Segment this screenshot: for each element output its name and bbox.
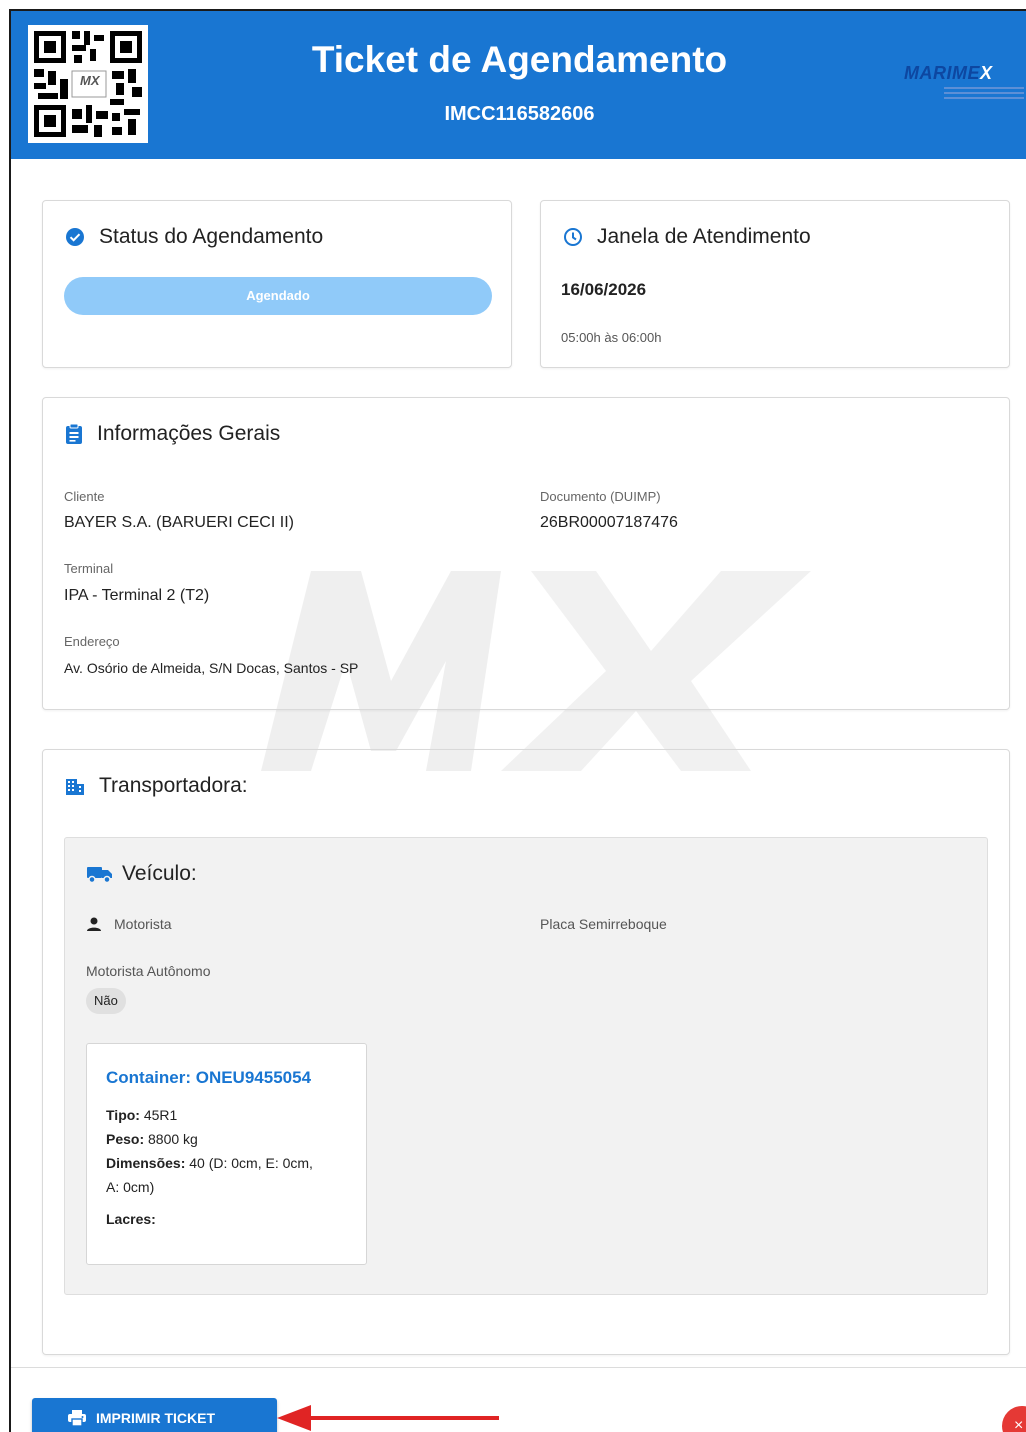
- window-date: 16/06/2026: [561, 280, 647, 299]
- logo-tagline: [944, 87, 1024, 101]
- page-title: Ticket de Agendamento: [311, 39, 728, 80]
- marimex-logo: MARIMEX: [904, 63, 1026, 105]
- cliente-label: Cliente: [64, 489, 105, 504]
- close-button[interactable]: ×: [1002, 1406, 1026, 1432]
- info-title: Informações Gerais: [97, 422, 281, 445]
- print-ticket-button[interactable]: IMPRIMIR TICKET: [32, 1398, 277, 1432]
- driver-label: Motorista: [114, 916, 172, 932]
- container-card: Container: ONEU9455054 Tipo: 45R1 Peso: …: [86, 1043, 367, 1265]
- carrier-card: Transportadora: Veículo: Motorista Placa…: [42, 749, 1010, 1355]
- service-window-card: Janela de Atendimento 16/06/2026 05:00h …: [540, 200, 1010, 368]
- clipboard-icon: [65, 424, 83, 444]
- window-title: Janela de Atendimento: [597, 225, 811, 248]
- dimensions-value: 40 (D: 0cm, E: 0cm,: [189, 1155, 313, 1171]
- status-badge: Agendado: [64, 277, 492, 315]
- autonomous-driver-chip: Não: [86, 988, 126, 1014]
- endereco-value: Av. Osório de Almeida, S/N Docas, Santos…: [64, 660, 359, 676]
- check-circle-icon: [65, 227, 85, 247]
- tipo-label: Tipo:: [106, 1107, 140, 1123]
- logo-x: X: [980, 63, 993, 83]
- documento-value: 26BR00007187476: [540, 514, 678, 531]
- print-ticket-label: IMPRIMIR TICKET: [96, 1410, 215, 1426]
- documento-label: Documento (DUIMP): [540, 489, 661, 504]
- truck-icon: [86, 864, 114, 884]
- tipo-value: 45R1: [143, 1107, 178, 1123]
- dimensions-label: Dimensões:: [106, 1155, 186, 1171]
- vehicle-section: Veículo: Motorista Placa Semirreboque Mo…: [64, 837, 988, 1295]
- container-title: Container: ONEU9455054: [106, 1068, 312, 1087]
- vehicle-title: Veículo:: [122, 862, 197, 885]
- logo-text: MARIME: [904, 63, 980, 83]
- seals-label: Lacres:: [106, 1211, 156, 1227]
- autonomous-driver-label: Motorista Autônomo: [86, 963, 211, 979]
- dimensions-value-cont: A: 0cm): [106, 1179, 155, 1195]
- terminal-label: Terminal: [64, 561, 114, 576]
- peso-value: 8800 kg: [148, 1131, 198, 1147]
- terminal-value: IPA - Terminal 2 (T2): [64, 587, 210, 604]
- footer-divider: [11, 1367, 1026, 1368]
- status-title: Status do Agendamento: [99, 225, 324, 248]
- building-icon: [65, 777, 85, 795]
- ticket-dialog: MX Ticket de Agendamento IMCC116582606 M…: [9, 9, 1026, 1432]
- trailer-plate-label: Placa Semirreboque: [540, 916, 667, 932]
- status-card: Status do Agendamento Agendado: [42, 200, 512, 368]
- peso-label: Peso:: [106, 1131, 145, 1147]
- person-icon: [86, 917, 102, 931]
- general-info-card: Informações Gerais Cliente BAYER S.A. (B…: [42, 397, 1010, 710]
- window-time: 05:00h às 06:00h: [561, 330, 662, 345]
- ticket-header: MX Ticket de Agendamento IMCC116582606 M…: [11, 11, 1026, 159]
- cliente-value: BAYER S.A. (BARUERI CECI II): [64, 514, 294, 531]
- ticket-code: IMCC116582606: [444, 103, 595, 125]
- clock-icon: [563, 227, 583, 247]
- annotation-arrow: [277, 1405, 499, 1431]
- endereco-label: Endereço: [64, 634, 120, 649]
- carrier-title: Transportadora:: [99, 774, 248, 797]
- printer-icon: [68, 1410, 86, 1426]
